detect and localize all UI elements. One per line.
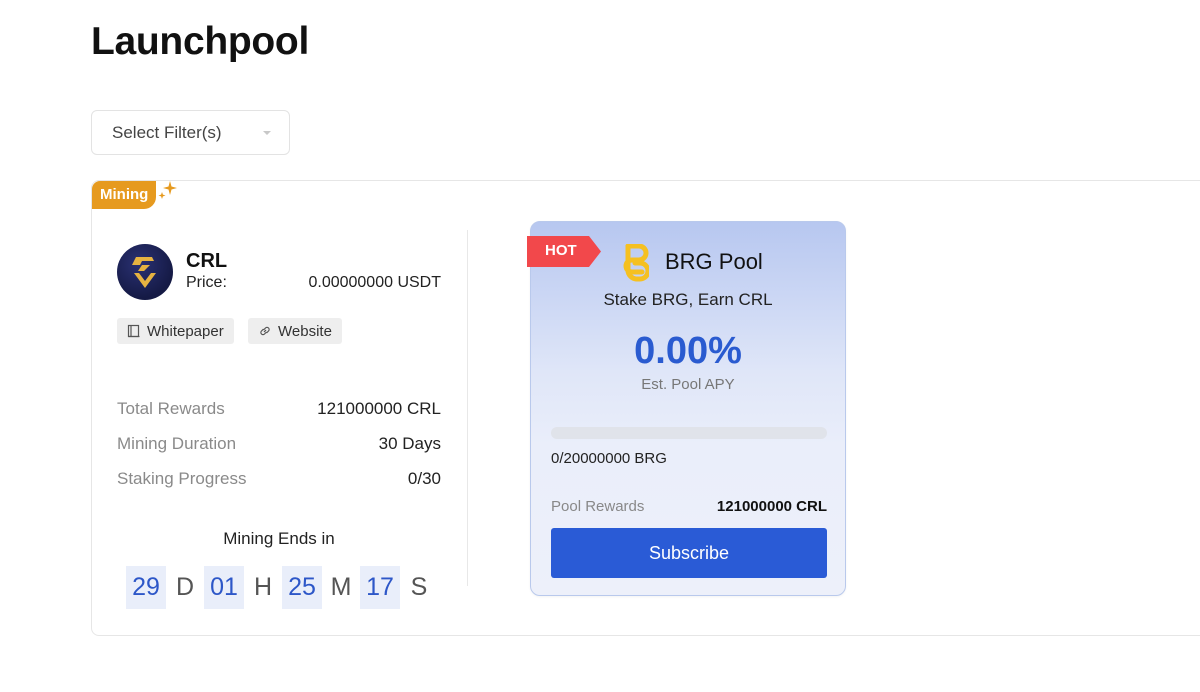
whitepaper-link[interactable]: Whitepaper xyxy=(117,318,234,344)
stat-value: 0/30 xyxy=(407,469,441,488)
hot-badge: HOT xyxy=(545,242,577,259)
divider xyxy=(467,230,468,586)
mining-tag: Mining xyxy=(92,181,157,209)
stat-row-total-rewards: Total Rewards 121000000 CRL xyxy=(117,399,441,419)
countdown-days: 29 xyxy=(126,566,166,609)
pool-rewards-label: Pool Rewards xyxy=(551,498,645,515)
chevron-down-icon xyxy=(263,131,271,135)
pool-rewards-value: 121000000 CRL xyxy=(716,498,827,515)
crl-logo-icon xyxy=(132,257,156,288)
page-title: Launchpool xyxy=(91,20,309,63)
stat-row-staking-progress: Staking Progress 0/30 xyxy=(117,469,441,489)
stat-value: 30 Days xyxy=(378,434,441,453)
crl-token-logo xyxy=(117,244,173,300)
stat-label: Total Rewards xyxy=(117,399,225,418)
filter-placeholder: Select Filter(s) xyxy=(112,122,222,142)
token-symbol: CRL xyxy=(186,250,228,272)
stat-value: 121000000 CRL xyxy=(317,399,441,418)
countdown-timer: 29 D 01 H 25 M 17 S xyxy=(126,566,438,609)
whitepaper-label: Whitepaper xyxy=(147,322,224,340)
staked-amount: 0/20000000 BRG xyxy=(551,450,667,467)
countdown-minutes: 25 xyxy=(282,566,322,609)
sparkle-icon xyxy=(158,181,177,199)
book-icon xyxy=(127,324,140,338)
staking-progress-bar xyxy=(551,427,827,439)
apy-label: Est. Pool APY xyxy=(641,376,735,393)
brg-logo-icon xyxy=(623,244,649,282)
countdown-hours: 01 xyxy=(204,566,244,609)
countdown-seconds-unit: S xyxy=(410,573,428,601)
countdown-days-unit: D xyxy=(175,573,195,601)
price-label: Price: xyxy=(186,274,227,291)
filter-select[interactable]: Select Filter(s) xyxy=(91,110,290,155)
countdown-minutes-unit: M xyxy=(330,573,352,601)
stat-label: Staking Progress xyxy=(117,469,247,488)
pool-name: BRG Pool xyxy=(665,249,763,274)
brg-pool-card: HOT BRG Pool Stake BRG, Earn CRL 0.00% E… xyxy=(527,221,846,596)
link-icon xyxy=(260,326,270,336)
pool-subtitle: Stake BRG, Earn CRL xyxy=(603,290,773,309)
countdown-hours-unit: H xyxy=(253,573,273,601)
subscribe-button[interactable]: Subscribe xyxy=(551,528,827,578)
countdown-label: Mining Ends in xyxy=(223,529,335,548)
apy-value: 0.00% xyxy=(634,330,742,372)
stat-label: Mining Duration xyxy=(117,434,237,453)
website-link[interactable]: Website xyxy=(248,318,342,344)
price-value: 0.00000000 USDT xyxy=(308,274,441,291)
stat-row-mining-duration: Mining Duration 30 Days xyxy=(117,434,441,454)
pool-rewards-row: Pool Rewards 121000000 CRL xyxy=(551,498,827,515)
website-label: Website xyxy=(278,322,332,340)
countdown-seconds: 17 xyxy=(360,566,400,609)
